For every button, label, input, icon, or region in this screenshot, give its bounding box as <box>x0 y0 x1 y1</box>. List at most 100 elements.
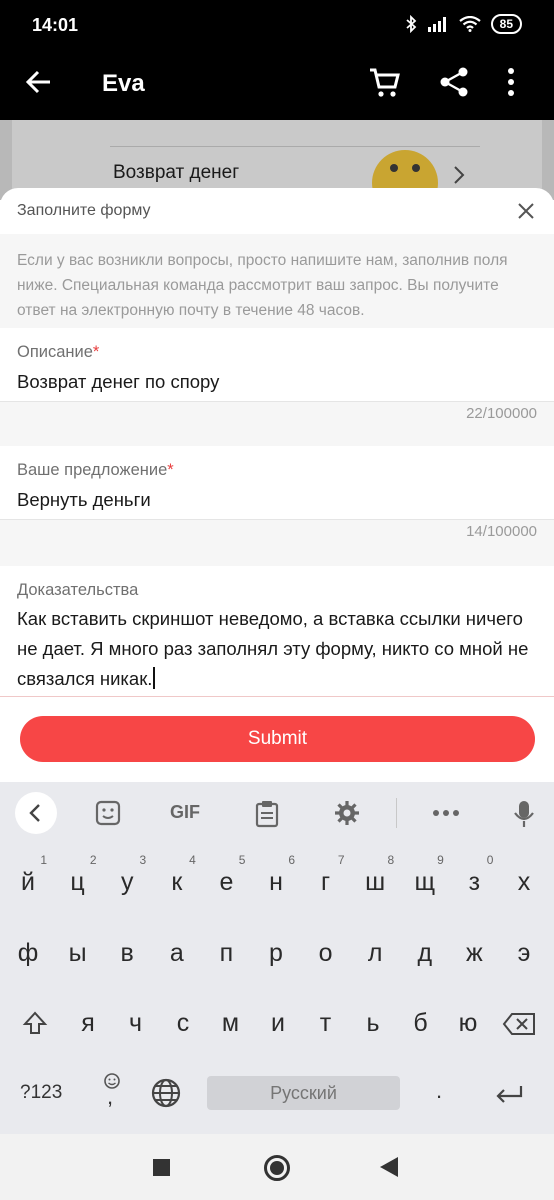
required-marker: * <box>167 461 174 479</box>
key-ч[interactable]: ч <box>111 996 161 1050</box>
proposal-field[interactable]: Ваше предложение* Вернуть деньги 14/1000… <box>0 446 554 566</box>
signal-icon <box>427 17 446 32</box>
evidence-input[interactable]: Как вставить скриншот неведомо, а вставк… <box>17 604 542 694</box>
clipboard-icon[interactable] <box>255 800 279 828</box>
key-о[interactable]: о <box>301 926 351 980</box>
key-label: а <box>169 939 184 967</box>
key-label: с <box>176 1009 190 1037</box>
key-щ[interactable]: щ9 <box>400 853 450 909</box>
key-с[interactable]: с <box>158 996 208 1050</box>
key-label: о <box>318 939 333 967</box>
text-cursor <box>153 667 155 689</box>
home-icon[interactable] <box>264 1155 290 1181</box>
sticker-icon[interactable] <box>95 800 121 826</box>
required-marker: * <box>92 343 100 361</box>
shift-icon[interactable] <box>22 1010 48 1036</box>
background-divider <box>110 146 480 147</box>
key-п[interactable]: п <box>201 926 251 980</box>
key-т[interactable]: т <box>301 996 351 1050</box>
gif-button[interactable]: GIF <box>170 802 200 823</box>
microphone-icon[interactable] <box>514 800 534 828</box>
submit-button[interactable]: Submit <box>20 716 535 762</box>
key-б[interactable]: б <box>396 996 446 1050</box>
key-г[interactable]: г7 <box>301 853 351 909</box>
key-я[interactable]: я <box>63 996 113 1050</box>
key-label: ш <box>365 868 386 896</box>
description-input[interactable]: Возврат денег по спору <box>17 371 219 393</box>
key-label: р <box>269 939 283 967</box>
period-key[interactable]: . <box>436 1078 442 1104</box>
key-и[interactable]: и <box>253 996 303 1050</box>
key-э[interactable]: э <box>499 926 549 980</box>
avatar-eye <box>412 164 420 172</box>
key-label: б <box>413 1009 428 1037</box>
key-н[interactable]: н6 <box>251 853 301 909</box>
share-icon[interactable] <box>439 66 469 98</box>
key-ь[interactable]: ь <box>348 996 398 1050</box>
app-bar: Eva <box>0 50 554 120</box>
key-hint: 0 <box>486 853 494 867</box>
wifi-icon <box>458 16 481 32</box>
key-й[interactable]: й1 <box>3 853 53 909</box>
bluetooth-icon <box>406 15 416 33</box>
nav-back-icon[interactable] <box>380 1157 398 1177</box>
key-ц[interactable]: ц2 <box>53 853 103 909</box>
key-hint: 9 <box>437 853 444 867</box>
key-label: г <box>321 868 331 896</box>
field-underline <box>0 696 554 697</box>
key-label: ф <box>17 939 39 967</box>
key-hint: 8 <box>387 853 395 867</box>
more-horiz-icon[interactable] <box>432 809 460 817</box>
enter-icon[interactable] <box>494 1084 524 1104</box>
globe-icon[interactable] <box>151 1078 181 1108</box>
key-hint: 7 <box>337 853 345 867</box>
chevron-left-icon <box>29 804 40 822</box>
key-ф[interactable]: ф <box>3 926 53 980</box>
key-label: х <box>517 868 531 896</box>
proposal-input[interactable]: Вернуть деньги <box>17 489 151 511</box>
avatar-eye <box>390 164 398 172</box>
key-ш[interactable]: ш8 <box>350 853 400 909</box>
key-hint: 3 <box>139 853 147 867</box>
key-label: я <box>81 1009 95 1037</box>
cart-icon[interactable] <box>368 66 402 100</box>
key-label: д <box>417 939 433 967</box>
key-у[interactable]: у3 <box>102 853 152 909</box>
key-к[interactable]: к4 <box>152 853 202 909</box>
key-д[interactable]: д <box>400 926 450 980</box>
key-label: н <box>269 868 283 896</box>
key-ж[interactable]: ж <box>449 926 499 980</box>
key-р[interactable]: р <box>251 926 301 980</box>
keyboard-collapse-button[interactable] <box>15 792 57 834</box>
key-label: п <box>219 939 234 967</box>
status-icons: 85 <box>405 14 522 34</box>
key-label: ы <box>68 939 87 967</box>
recents-icon[interactable] <box>153 1159 170 1176</box>
soft-keyboard: GIF й1ц2у3к4е5н6г7ш8щ9з0х фывапролджэ яч… <box>0 782 554 1134</box>
key-ы[interactable]: ы <box>53 926 103 980</box>
key-е[interactable]: е5 <box>201 853 251 909</box>
key-л[interactable]: л <box>350 926 400 980</box>
key-м[interactable]: м <box>206 996 256 1050</box>
space-key[interactable]: Русский <box>207 1076 400 1110</box>
key-а[interactable]: а <box>152 926 202 980</box>
back-arrow-icon[interactable] <box>24 67 54 97</box>
symbols-key[interactable]: ?123 <box>20 1082 62 1104</box>
close-icon[interactable] <box>516 201 536 221</box>
status-bar: 14:01 85 <box>0 0 554 50</box>
description-field[interactable]: Описание* Возврат денег по спору 22/1000… <box>0 328 554 446</box>
key-ю[interactable]: ю <box>443 996 493 1050</box>
toolbar-divider <box>396 798 397 828</box>
more-vert-icon[interactable] <box>506 66 516 98</box>
sheet-title: Заполните форму <box>17 202 151 219</box>
key-х[interactable]: х <box>499 855 549 909</box>
backspace-icon[interactable] <box>502 1012 536 1036</box>
key-hint: 5 <box>238 853 246 867</box>
key-в[interactable]: в <box>102 926 152 980</box>
key-label: з <box>468 868 481 896</box>
settings-gear-icon[interactable] <box>334 800 360 826</box>
key-label: ц <box>70 868 85 896</box>
key-з[interactable]: з0 <box>449 853 499 909</box>
key-hint: 2 <box>89 853 97 867</box>
comma-key[interactable]: , <box>107 1084 113 1110</box>
